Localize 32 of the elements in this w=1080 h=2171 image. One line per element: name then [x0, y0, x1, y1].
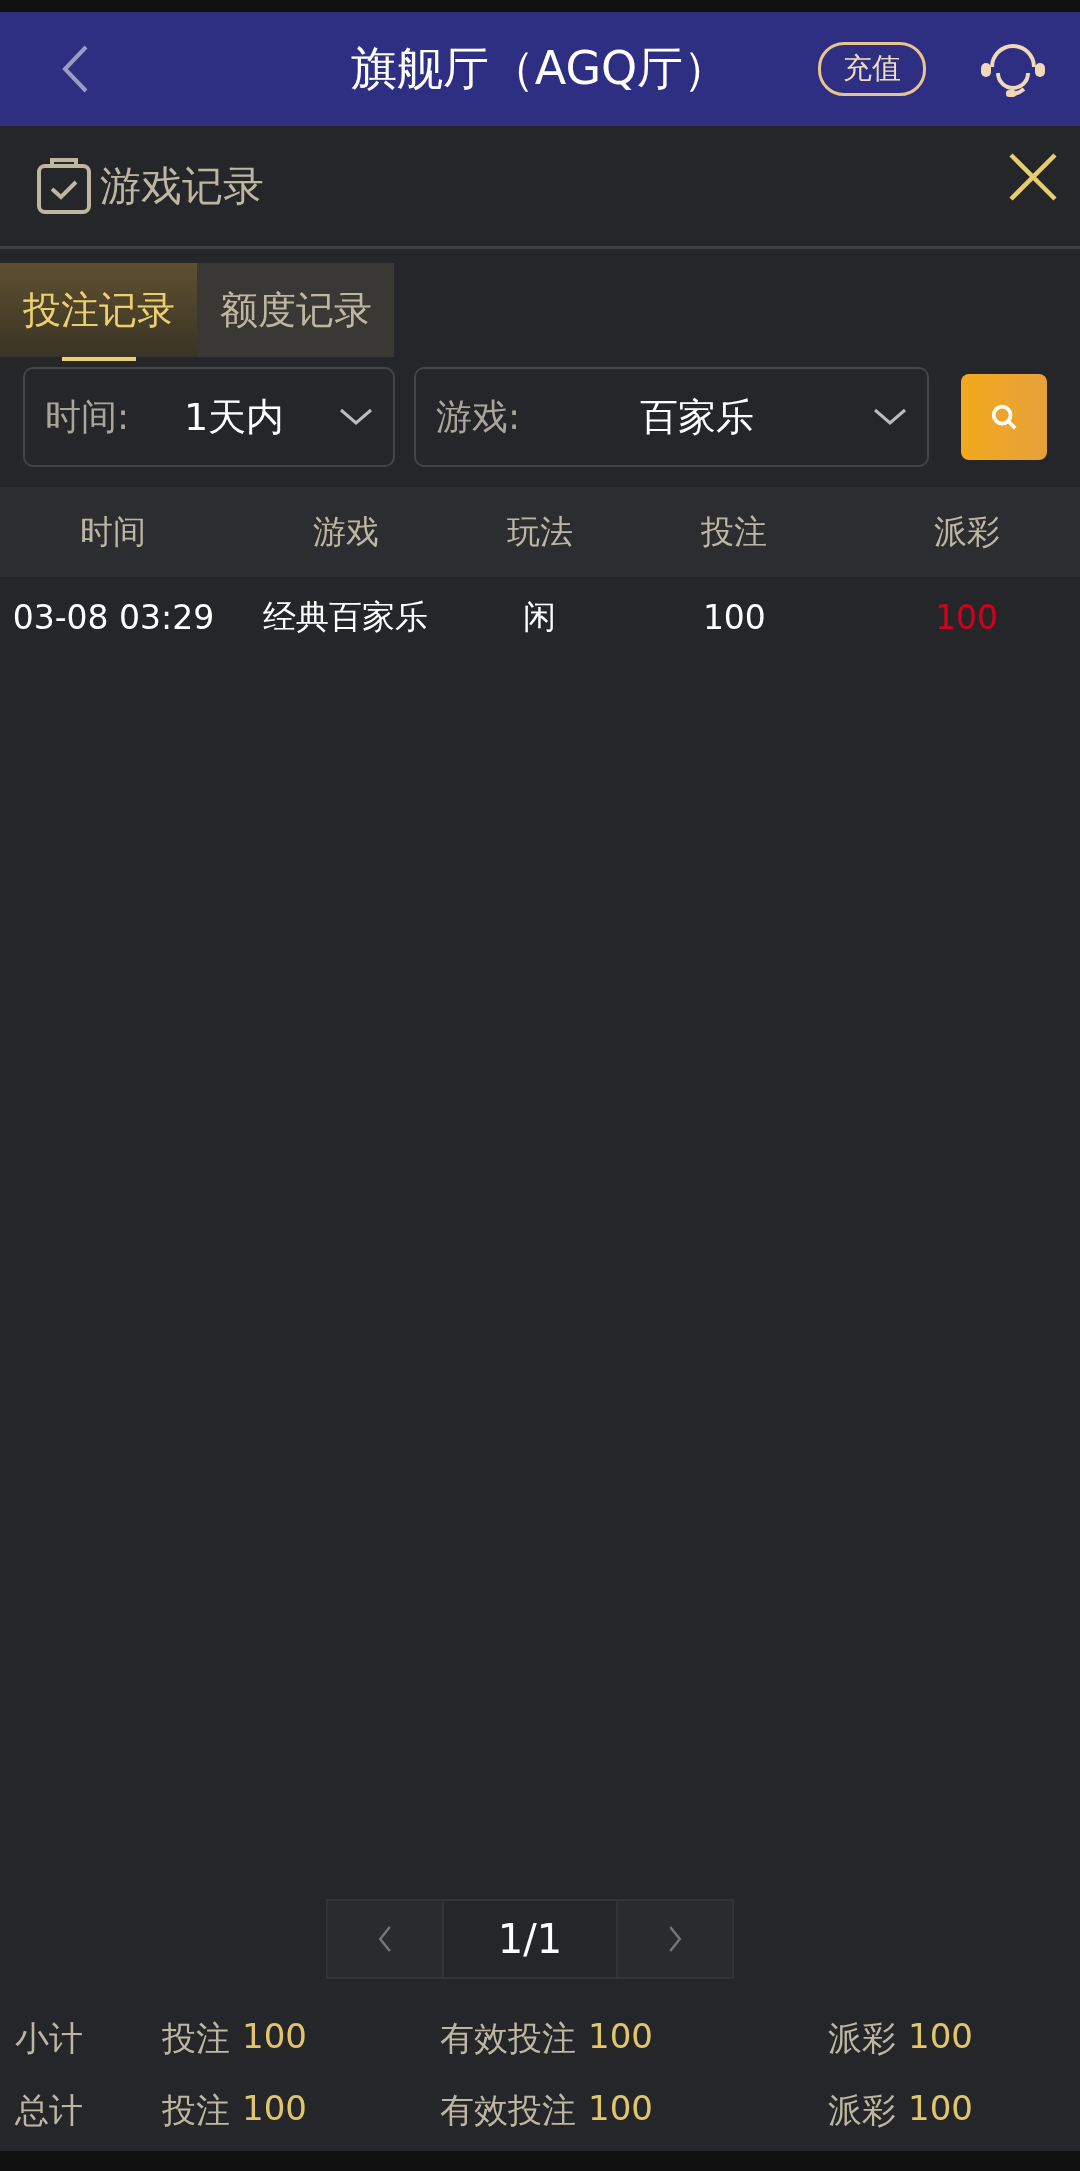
table-cell-text: 03-08 03:29 [11, 597, 216, 637]
summary-value: 100 [588, 2088, 653, 2130]
table-header: 时间 游戏 玩法 投注 派彩 [0, 487, 1080, 577]
filter-dropdown[interactable]: 时间: 1天内 [23, 367, 395, 467]
table-cell-text: 100 [701, 597, 767, 637]
chevron-down-icon [339, 408, 373, 426]
table-cell-text: 经典百家乐 [262, 595, 430, 638]
filter-dropdown[interactable]: 游戏: 百家乐 [414, 367, 929, 467]
summary-value: 100 [242, 2088, 307, 2130]
summary-label: 总计 [14, 2089, 84, 2132]
panel-title: 游戏记录 [100, 160, 264, 212]
chevron-down-icon [873, 408, 907, 426]
summary-key: 有效投注 [440, 2016, 576, 2062]
summary-value: 100 [242, 2016, 307, 2058]
summary-key: 有效投注 [440, 2088, 576, 2134]
tab[interactable]: 额度记录 [197, 263, 394, 357]
summary-label: 小计 [14, 2017, 84, 2060]
summary-value: 100 [908, 2016, 973, 2058]
page-title: 旗舰厅（AGQ厅） [350, 40, 730, 97]
recharge-button[interactable]: 充值 [818, 42, 926, 96]
summary-value: 100 [588, 2016, 653, 2058]
summary-key: 派彩 [828, 2016, 896, 2062]
summary-value: 100 [908, 2088, 973, 2130]
table-cell-text: 闲 [522, 595, 558, 638]
summary-key: 派彩 [828, 2088, 896, 2134]
clipboard-check-icon [34, 156, 94, 216]
close-icon[interactable] [1008, 152, 1058, 202]
search-icon [990, 403, 1018, 431]
back-icon[interactable] [60, 44, 90, 94]
summary-key: 投注 [162, 2088, 230, 2134]
summary-key: 投注 [162, 2016, 230, 2062]
table-cell-text: 100 [934, 597, 1000, 637]
